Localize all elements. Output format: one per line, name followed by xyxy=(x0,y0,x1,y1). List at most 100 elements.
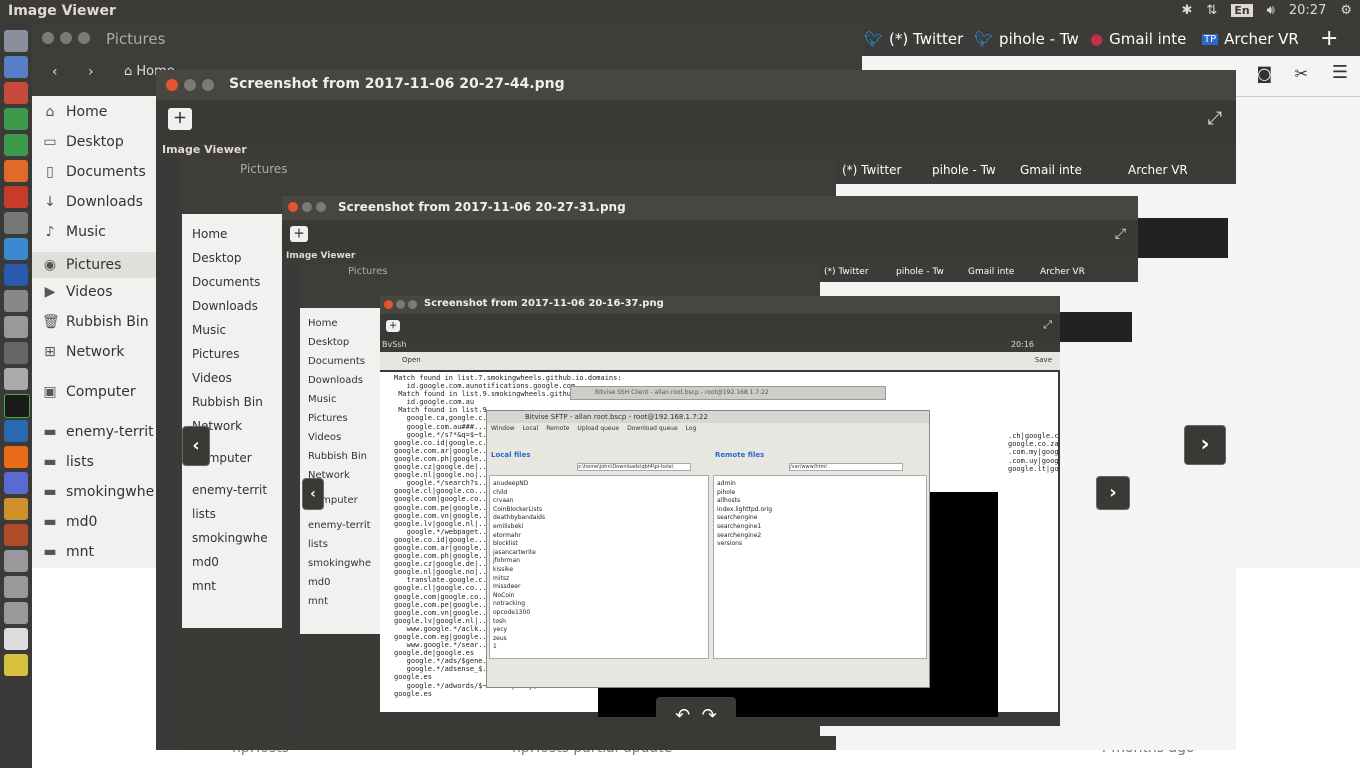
sidebar-item-desktop[interactable]: ▭ Desktop xyxy=(42,134,123,150)
file-row[interactable]: deathbybandaids xyxy=(493,514,545,521)
close-icon[interactable] xyxy=(42,32,54,44)
fullscreen-icon[interactable]: ⤢ xyxy=(1115,226,1126,242)
sidebar-item-rubbish[interactable]: 🗑︎ Rubbish Bin xyxy=(42,314,149,330)
sidebar-item[interactable]: mnt xyxy=(192,574,268,598)
close-icon[interactable] xyxy=(384,300,393,309)
browser-tab[interactable]: TP Archer VR xyxy=(1202,30,1316,48)
sidebar-item[interactable]: smokingwhe xyxy=(308,554,371,573)
rotate-left-icon[interactable]: ↶ xyxy=(675,705,690,726)
sidebar-item[interactable]: Videos xyxy=(192,366,268,390)
sidebar-item-documents[interactable]: ▯ Documents xyxy=(42,164,146,180)
sidebar-item-videos[interactable]: ▶ Videos xyxy=(42,284,113,300)
sidebar-item[interactable]: Music xyxy=(308,390,371,409)
file-row[interactable]: allhosts xyxy=(717,497,740,504)
maximize-icon[interactable] xyxy=(316,202,326,212)
launcher-impress-icon[interactable] xyxy=(4,82,28,104)
launcher-drive2-icon[interactable] xyxy=(4,550,28,572)
gallery-button[interactable]: ＋ xyxy=(386,320,400,332)
minimize-icon[interactable] xyxy=(302,202,312,212)
sidebar-item[interactable]: Home xyxy=(192,222,268,246)
rotate-right-icon[interactable]: ↷ xyxy=(702,705,717,726)
file-row[interactable]: yecy xyxy=(493,626,507,633)
file-row[interactable]: opcode1300 xyxy=(493,609,530,616)
browser-tab[interactable]: 🐦︎ pihole - Tw xyxy=(974,30,1086,48)
save-button[interactable]: Save xyxy=(1035,356,1052,364)
launcher-chrome-icon[interactable] xyxy=(4,238,28,260)
launcher-dash-icon[interactable] xyxy=(4,30,28,52)
browser-tab[interactable]: 🐦︎ (*) Twitter xyxy=(864,30,974,48)
local-path-field[interactable]: z:\home\john\Downloads\qbt4\pi-hole\ xyxy=(577,463,691,471)
maximize-icon[interactable] xyxy=(408,300,417,309)
file-row[interactable]: searchengine1 xyxy=(717,523,761,530)
sidebar-item-folder[interactable]: ▬ smokingwhe xyxy=(42,484,154,500)
back-icon[interactable]: ‹ xyxy=(52,64,58,80)
next-image-button[interactable]: › xyxy=(1184,425,1226,465)
sidebar-item[interactable]: Downloads xyxy=(308,371,371,390)
launcher-camera-icon[interactable] xyxy=(4,342,28,364)
sidebar-item[interactable]: Downloads xyxy=(192,294,268,318)
file-row[interactable]: mitsz xyxy=(493,575,509,582)
sidebar-item-downloads[interactable]: ↓ Downloads xyxy=(42,194,143,210)
file-row[interactable]: pihole xyxy=(717,489,735,496)
file-row[interactable]: searchengine2 xyxy=(717,532,761,539)
clock[interactable]: 20:27 xyxy=(1289,3,1326,18)
file-row[interactable]: tosh xyxy=(493,618,506,625)
launcher-editor-icon[interactable] xyxy=(4,628,28,650)
prev-image-button[interactable]: ‹ xyxy=(182,426,210,466)
gallery-button[interactable]: ＋ xyxy=(290,226,308,242)
sidebar-item[interactable]: Pictures xyxy=(308,409,371,428)
prev-image-button[interactable]: ‹ xyxy=(302,478,324,510)
file-row[interactable]: 1 xyxy=(493,643,497,650)
launcher-monitor-icon[interactable] xyxy=(4,394,30,418)
menu-item[interactable]: Remote xyxy=(546,425,569,432)
sidebar-item[interactable]: Documents xyxy=(192,270,268,294)
file-row[interactable]: anudeepND xyxy=(493,480,528,487)
next-image-button[interactable]: › xyxy=(1096,476,1130,510)
file-row[interactable]: child xyxy=(493,489,507,496)
fullscreen-icon[interactable]: ⤢ xyxy=(1043,318,1052,332)
close-icon[interactable] xyxy=(288,202,298,212)
sidebar-item[interactable]: smokingwhe xyxy=(192,526,268,550)
browser-tab[interactable]: ● Gmail inte xyxy=(1090,30,1198,48)
menu-icon[interactable]: ☰ xyxy=(1332,62,1348,83)
file-row[interactable]: searchengine xyxy=(717,514,757,521)
launcher-app2-icon[interactable] xyxy=(4,498,28,520)
file-row[interactable]: blocklist xyxy=(493,540,518,547)
launcher-sheet-icon[interactable] xyxy=(4,134,28,156)
launcher-app3-icon[interactable] xyxy=(4,524,28,546)
menu-item[interactable]: Local xyxy=(523,425,539,432)
volume-icon[interactable]: 🔊︎ xyxy=(1267,3,1275,18)
file-row[interactable]: zeus xyxy=(493,635,507,642)
launcher-drive3-icon[interactable] xyxy=(4,576,28,598)
menu-item[interactable]: Window xyxy=(491,425,515,432)
launcher-firefox-icon[interactable] xyxy=(4,446,28,468)
file-row[interactable]: notracking xyxy=(493,600,525,607)
launcher-app-icon[interactable] xyxy=(4,186,28,208)
file-row[interactable]: NoCoin xyxy=(493,592,515,599)
launcher-calc-icon[interactable] xyxy=(4,108,28,130)
file-row[interactable]: jasancartwrite xyxy=(493,549,536,556)
open-button[interactable]: Open xyxy=(402,356,421,364)
minimize-icon[interactable] xyxy=(184,79,196,91)
sidebar-item[interactable]: md0 xyxy=(192,550,268,574)
sidebar-item[interactable]: lists xyxy=(192,502,268,526)
file-row[interactable]: kissike xyxy=(493,566,513,573)
launcher-terminal-icon[interactable] xyxy=(4,212,28,234)
keyboard-layout-badge[interactable]: En xyxy=(1231,4,1253,17)
fullscreen-icon[interactable]: ⤢ xyxy=(1208,108,1222,129)
menu-item[interactable]: Log xyxy=(686,425,697,432)
sidebar-item[interactable]: Pictures xyxy=(192,342,268,366)
minimize-icon[interactable] xyxy=(60,32,72,44)
menu-item[interactable]: Download queue xyxy=(627,425,678,432)
file-row[interactable]: index.lighttpd.orig xyxy=(717,506,772,513)
sidebar-item[interactable]: Documents xyxy=(308,352,371,371)
launcher-screenshot-icon[interactable] xyxy=(4,420,28,442)
maximize-icon[interactable] xyxy=(78,32,90,44)
file-row[interactable]: versions xyxy=(717,540,742,547)
launcher-software-icon[interactable] xyxy=(4,160,28,182)
minimize-icon[interactable] xyxy=(396,300,405,309)
sidebar-item[interactable]: Desktop xyxy=(308,333,371,352)
maximize-icon[interactable] xyxy=(202,79,214,91)
sidebar-item-network[interactable]: ⊞ Network xyxy=(42,344,124,360)
file-row[interactable]: etormahr xyxy=(493,532,521,539)
